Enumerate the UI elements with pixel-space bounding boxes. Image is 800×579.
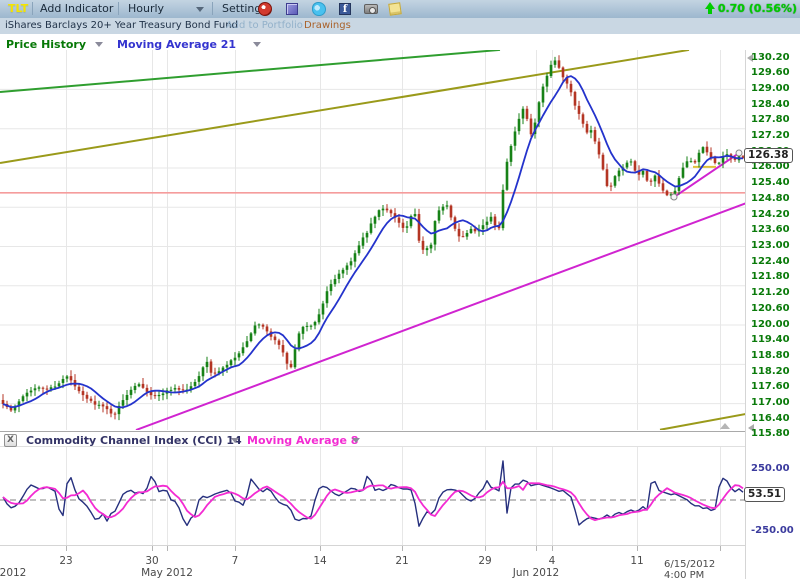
time-axis-tick	[320, 546, 321, 551]
time-axis-tick	[167, 546, 168, 551]
chevron-down-icon[interactable]	[196, 7, 204, 12]
price-axis-label: 116.40	[751, 413, 799, 424]
chevron-down-icon[interactable]	[95, 42, 103, 47]
price-axis-label: 115.80	[751, 428, 799, 439]
price-axis-label: 120.60	[751, 303, 799, 314]
time-axis-day-label: 21	[395, 555, 408, 567]
time-axis-day-label: 7	[232, 555, 239, 567]
symbol-label[interactable]: TLT	[8, 2, 28, 15]
cci-value-badge: 53.51	[744, 487, 785, 502]
price-axis-label: 118.80	[751, 350, 799, 361]
price-chart-canvas[interactable]	[0, 50, 800, 430]
cube-icon[interactable]	[286, 3, 298, 15]
last-price-badge: 126.38	[744, 148, 793, 163]
time-axis-day-label: 29	[478, 555, 491, 567]
time-axis-day-label: 4	[549, 555, 556, 567]
price-axis-label: 123.00	[751, 240, 799, 251]
price-axis-label: 120.00	[751, 319, 799, 330]
chevron-down-icon[interactable]	[352, 438, 360, 443]
price-axis-label: 129.60	[751, 67, 799, 78]
last-bar-datetime-label: 6/15/2012 4:00 PM	[664, 559, 718, 579]
toolbar-separator	[212, 2, 213, 15]
time-axis-tick	[637, 546, 638, 551]
price-change-text: 0.70 (0.56%)	[718, 2, 797, 15]
price-axis-label: 119.40	[751, 334, 799, 345]
chevron-down-icon[interactable]	[253, 42, 261, 47]
rising-support-magenta[interactable]	[136, 200, 755, 430]
price-axis-label: 117.00	[751, 397, 799, 408]
price-axis-label: 124.80	[751, 193, 799, 204]
price-pane-header: Price History Moving Average 21	[0, 38, 745, 50]
price-axis-label: 124.20	[751, 209, 799, 220]
cci-axis-label: -250.00	[751, 525, 799, 536]
price-axis-label: 125.40	[751, 177, 799, 188]
price-axis-label: 122.40	[751, 256, 799, 267]
price-change-badge: 0.70 (0.56%)	[705, 2, 797, 15]
cci-moving-average-8-line	[3, 482, 743, 521]
cci-plot-area	[0, 447, 745, 545]
twitter-icon[interactable]	[312, 2, 326, 16]
price-axis-label: 118.20	[751, 366, 799, 377]
price-axis-label: 128.40	[751, 99, 799, 110]
time-axis-month-label: 2012	[0, 567, 26, 579]
time-axis-day-label: 30	[145, 555, 158, 567]
time-axis-month-label: May 2012	[141, 567, 193, 579]
price-axis-label: 121.20	[751, 287, 799, 298]
price-axis-label: 127.80	[751, 114, 799, 125]
alarm-icon[interactable]	[258, 2, 272, 16]
trendline-handle[interactable]	[671, 194, 677, 200]
facebook-icon[interactable]: f	[339, 3, 351, 15]
add-to-portfolio-link[interactable]: Add to Portfolio	[226, 20, 303, 31]
time-axis-tick	[235, 546, 236, 551]
mid-channel-olive[interactable]	[0, 50, 689, 163]
chevron-down-icon[interactable]	[231, 438, 239, 443]
price-axis-label: 126.00	[751, 161, 799, 172]
price-axis-label: 130.20	[751, 52, 799, 63]
notes-icon[interactable]	[388, 2, 402, 16]
price-plot-area	[0, 50, 757, 430]
price-axis-label: 129.00	[751, 83, 799, 94]
timeframe-dropdown[interactable]: Hourly	[128, 2, 164, 15]
time-axis-tick	[152, 546, 153, 551]
close-indicator-button[interactable]: X	[4, 434, 17, 447]
symbol-subtitle-bar: iShares Barclays 20+ Year Treasury Bond …	[0, 18, 800, 34]
up-arrow-icon	[705, 2, 716, 14]
time-axis-day-label: 14	[313, 555, 326, 567]
charting-app-window: TLT Add Indicator Hourly Settings f 0.70…	[0, 0, 800, 579]
time-axis-tick	[485, 546, 486, 551]
price-axis-label: 123.60	[751, 224, 799, 235]
price-axis-label: 117.60	[751, 381, 799, 392]
toolbar-separator	[32, 2, 33, 15]
moving-average-21-line	[3, 76, 743, 407]
time-axis-tick	[720, 546, 721, 551]
time-axis-tick	[536, 546, 537, 551]
lower-olive[interactable]	[660, 412, 757, 430]
time-axis-tick	[402, 546, 403, 551]
price-axis-label: 121.80	[751, 271, 799, 282]
toolbar-separator	[118, 2, 119, 15]
price-axis-label: 127.20	[751, 130, 799, 141]
time-axis: 23 30 7 14 21 29 4 11 2012 May 2012 Jun 2012 6/15/2…	[0, 545, 745, 579]
drawings-menu[interactable]: Drawings	[304, 20, 351, 31]
trendline-handle[interactable]	[736, 150, 742, 156]
fund-name-label: iShares Barclays 20+ Year Treasury Bond …	[5, 20, 238, 31]
cci-indicator-dropdown[interactable]: Commodity Channel Index (CCI) 14	[26, 434, 242, 447]
time-axis-tick	[552, 546, 553, 551]
camera-icon[interactable]	[364, 4, 378, 14]
time-axis-day-label: 11	[630, 555, 643, 567]
main-toolbar: TLT Add Indicator Hourly Settings f 0.70…	[0, 0, 800, 18]
cci-axis-label: 250.00	[751, 463, 799, 474]
cci-pane-header: X Commodity Channel Index (CCI) 14 Movin…	[0, 431, 745, 447]
time-axis-day-label: 23	[59, 555, 72, 567]
pane-resize-handle[interactable]	[720, 423, 730, 429]
moving-average-8-dropdown[interactable]: Moving Average 8	[247, 434, 358, 447]
add-indicator-button[interactable]: Add Indicator	[40, 2, 113, 15]
time-axis-month-label: Jun 2012	[513, 567, 559, 579]
upper-channel-green[interactable]	[0, 50, 500, 92]
cci-chart-canvas[interactable]	[0, 447, 800, 545]
time-axis-tick	[66, 546, 67, 551]
